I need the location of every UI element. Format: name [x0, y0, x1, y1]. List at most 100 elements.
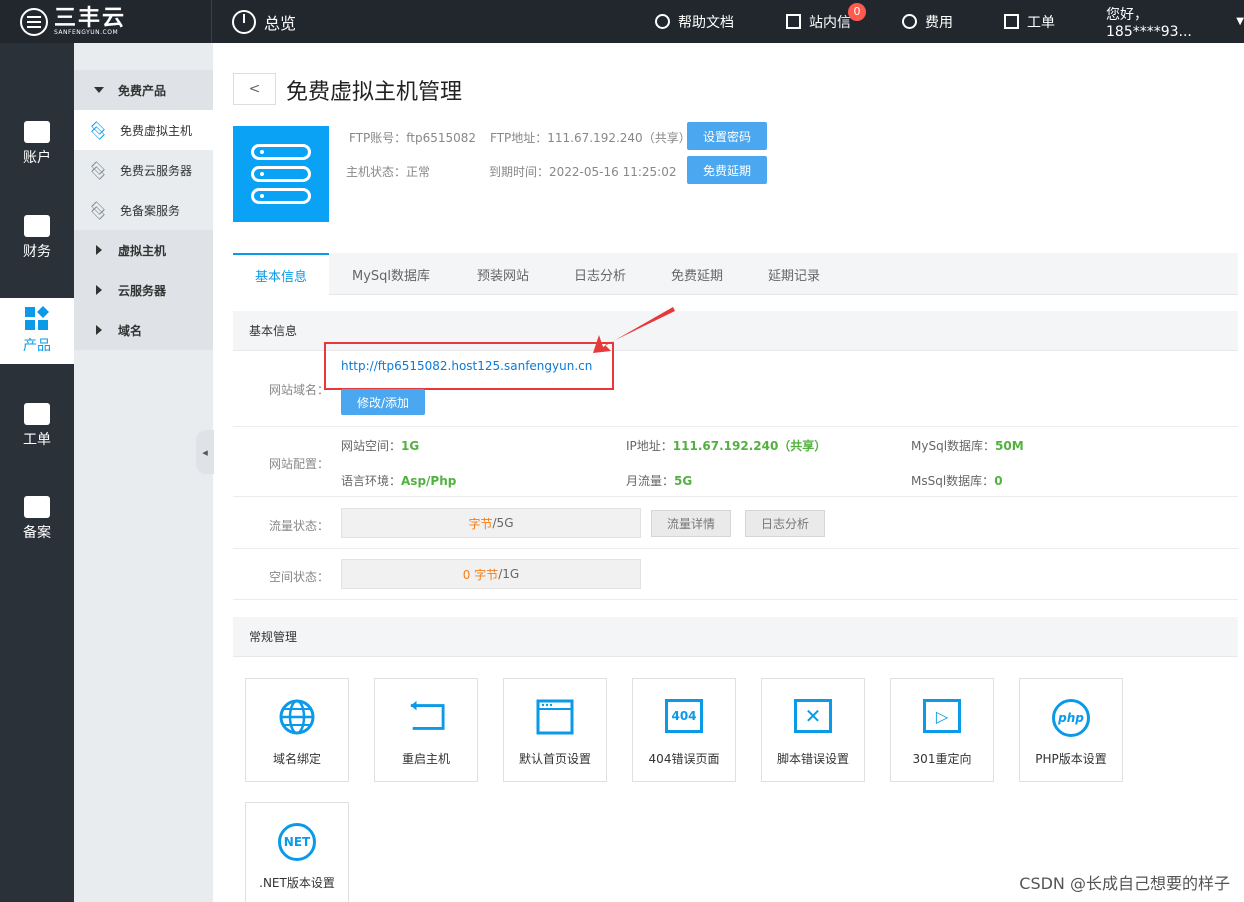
- host-status-value: 正常: [406, 165, 431, 179]
- sidebar-collapse-handle[interactable]: ◂: [196, 430, 214, 474]
- ftp-address-label: FTP地址：: [490, 131, 548, 145]
- config-label: 网站配置：: [269, 457, 330, 471]
- lang-config: 语言环境：Asp/Php: [341, 472, 456, 489]
- overview-link[interactable]: 总览: [232, 0, 296, 43]
- user-menu[interactable]: 您好，185****93... ▼: [1106, 0, 1244, 43]
- tab-basic-info[interactable]: 基本信息: [233, 253, 329, 296]
- tile-dotnet-version[interactable]: NET .NET版本设置: [245, 802, 349, 902]
- menu-group-label: 域名: [118, 323, 143, 338]
- sidebar-item-finance[interactable]: 财务: [0, 205, 74, 271]
- tile-script-error[interactable]: ✕ 脚本错误设置: [761, 678, 865, 782]
- tickets-link[interactable]: 工单: [1004, 0, 1055, 43]
- divider: [233, 496, 1238, 497]
- tickets-label: 工单: [1027, 14, 1055, 31]
- help-icon: [655, 14, 670, 29]
- tile-label: PHP版本设置: [1035, 752, 1107, 766]
- messages-link[interactable]: 站内信 0: [786, 0, 866, 43]
- brand-domain: SANFENGYUN.COM: [54, 28, 119, 36]
- id-card-icon: [24, 121, 50, 143]
- tile-label: 重启主机: [401, 752, 450, 766]
- set-password-button[interactable]: 设置密码: [687, 122, 767, 150]
- sidebar-item-beian[interactable]: 备案: [0, 486, 74, 552]
- expire-time-label: 到期时间：: [489, 165, 550, 179]
- php-icon: php: [1052, 699, 1090, 737]
- menu-group-vhost[interactable]: 虚拟主机: [74, 230, 213, 270]
- menu-group-domain[interactable]: 域名: [74, 310, 213, 350]
- host-status-label: 主机状态：: [346, 165, 407, 179]
- tile-404-page[interactable]: 404 404错误页面: [632, 678, 736, 782]
- host-status: 主机状态：正常: [346, 163, 430, 180]
- top-bar: 三丰云 SANFENGYUN.COM 总览 帮助文档 站内信 0 费用 工单 您…: [0, 0, 1244, 43]
- ftp-account-value: ftp6515082: [406, 131, 477, 145]
- space-config-value: 1G: [401, 439, 420, 453]
- yen-icon: [902, 14, 917, 29]
- ftp-account: FTP账号：ftp6515082: [349, 129, 476, 146]
- menu-group-free-products[interactable]: 免费产品: [74, 70, 213, 110]
- tile-restart-host[interactable]: 重启主机: [374, 678, 478, 782]
- menu-group-label: 虚拟主机: [118, 243, 167, 258]
- 404-icon: 404: [665, 699, 703, 733]
- menu-item-free-beian[interactable]: 免备案服务: [74, 190, 213, 230]
- sidebar-item-products[interactable]: 产品: [0, 298, 74, 364]
- tile-php-version[interactable]: php PHP版本设置: [1019, 678, 1123, 782]
- log-analysis-button[interactable]: 日志分析: [745, 510, 825, 537]
- tile-default-homepage[interactable]: 默认首页设置: [503, 678, 607, 782]
- tile-301-redirect[interactable]: ▷ 301重定向: [890, 678, 994, 782]
- menu-group-label: 免费产品: [118, 83, 167, 98]
- mysql-config-value: 50M: [995, 439, 1024, 453]
- expire-time-value: 2022-05-16 11:25:02: [549, 165, 677, 179]
- tab-extend-records[interactable]: 延期记录: [754, 253, 834, 295]
- tab-bar: 基本信息 MySql数据库 预装网站 日志分析 免费延期 延期记录: [233, 253, 1238, 296]
- layers-icon: [90, 163, 106, 177]
- layers-icon: [90, 123, 106, 137]
- tab-free-extend[interactable]: 免费延期: [657, 253, 737, 295]
- tile-domain-binding[interactable]: 域名绑定: [245, 678, 349, 782]
- ip-config: IP地址：111.67.192.240（共享）: [626, 437, 826, 454]
- back-button[interactable]: <: [233, 73, 276, 105]
- tile-label: 脚本错误设置: [776, 752, 849, 766]
- sidebar-item-label: 财务: [23, 244, 51, 260]
- sidebar-item-account[interactable]: 账户: [0, 111, 74, 177]
- primary-sidebar: 账户 财务 产品 工单 备案: [0, 43, 74, 902]
- page-title: 免费虚拟主机管理: [286, 80, 463, 105]
- tab-log-analysis[interactable]: 日志分析: [560, 253, 640, 295]
- annotation-arrow-icon: [593, 307, 675, 353]
- secondary-sidebar: 免费产品 免费虚拟主机 免费云服务器 免备案服务 虚拟主机 云服务器 域名: [74, 43, 213, 902]
- tab-preinstall-site[interactable]: 预装网站: [463, 253, 543, 295]
- mysql-config-label: MySql数据库：: [911, 439, 996, 453]
- flow-state-label: 流量状态：: [269, 519, 330, 533]
- tab-mysql[interactable]: MySql数据库: [339, 253, 443, 295]
- sidebar-item-label: 工单: [23, 432, 51, 448]
- tile-label: 404错误页面: [648, 752, 720, 766]
- chevron-down-icon: ▼: [1236, 16, 1244, 27]
- mssql-config-label: MsSql数据库：: [911, 474, 995, 488]
- dashboard-icon: [232, 9, 256, 34]
- help-label: 帮助文档: [678, 14, 734, 31]
- script-error-icon: ✕: [794, 699, 832, 733]
- help-docs-link[interactable]: 帮助文档: [655, 0, 734, 43]
- menu-item-free-vhost[interactable]: 免费虚拟主机: [74, 110, 213, 150]
- layers-icon: [90, 203, 106, 217]
- brand-logo[interactable]: 三丰云 SANFENGYUN.COM: [0, 0, 212, 43]
- caret-right-icon: [96, 325, 102, 335]
- highlight-box: [324, 342, 614, 390]
- flow-detail-button[interactable]: 流量详情: [651, 510, 731, 537]
- ftp-address: FTP地址：111.67.192.240（共享）: [490, 129, 691, 146]
- space-usage-bar: 0 字节/1G: [341, 559, 641, 589]
- sidebar-item-tickets[interactable]: 工单: [0, 393, 74, 459]
- sidebar-item-label: 产品: [23, 338, 51, 354]
- caret-right-icon: [96, 285, 102, 295]
- space-used: 0 字节: [462, 567, 499, 582]
- caret-down-icon: [94, 87, 104, 93]
- menu-item-free-cloud[interactable]: 免费云服务器: [74, 150, 213, 190]
- menu-group-cloud[interactable]: 云服务器: [74, 270, 213, 310]
- bag-icon: [24, 403, 50, 425]
- free-extend-button[interactable]: 免费延期: [687, 156, 767, 184]
- messages-label: 站内信: [809, 14, 851, 31]
- modify-domain-button[interactable]: 修改/添加: [341, 389, 425, 415]
- menu-item-label: 免费云服务器: [120, 163, 193, 178]
- flow-used: 字节: [468, 516, 493, 531]
- space-total: /1G: [498, 567, 520, 581]
- fees-link[interactable]: 费用: [902, 0, 953, 43]
- traffic-config-label: 月流量：: [626, 474, 675, 488]
